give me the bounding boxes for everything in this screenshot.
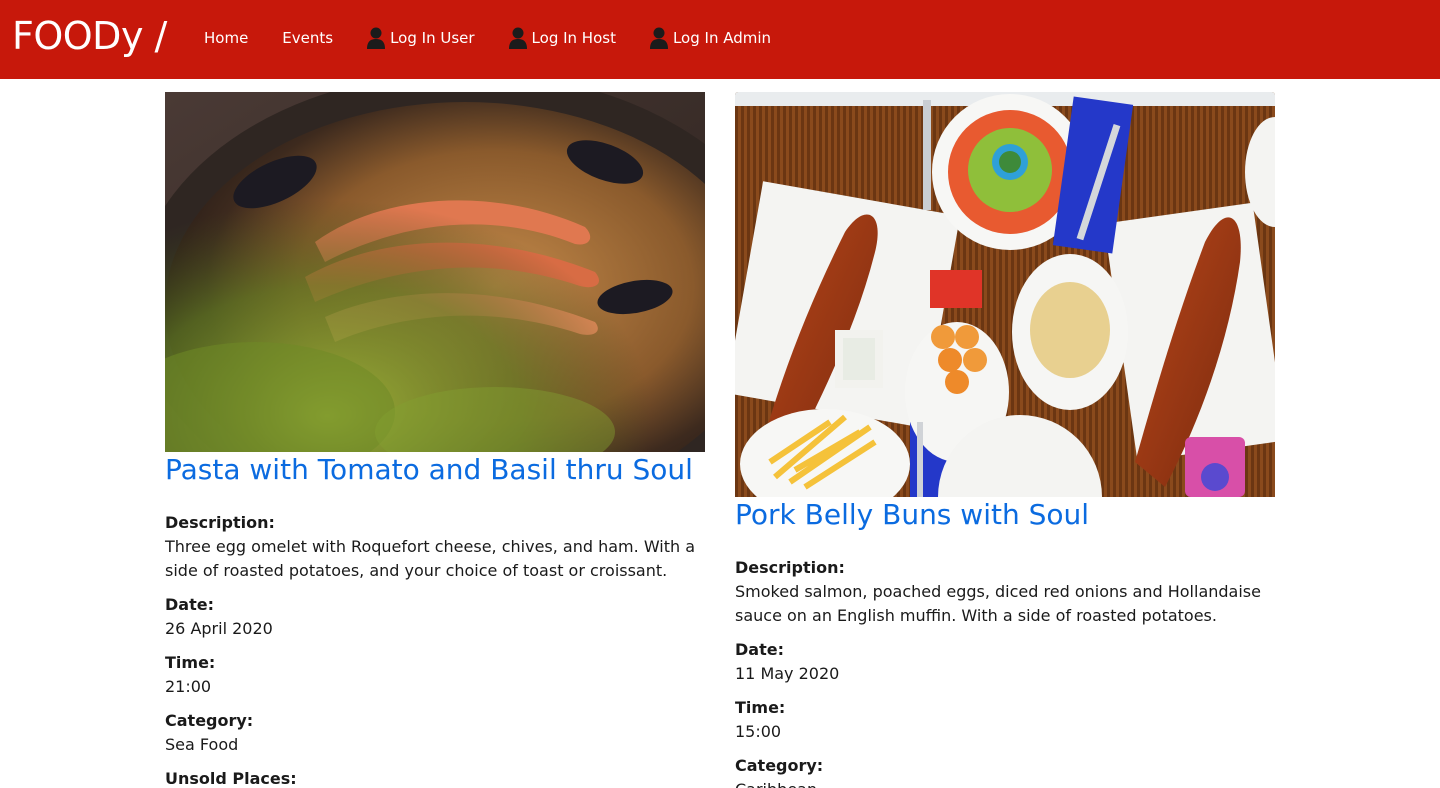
time-field: Time: 21:00 xyxy=(165,651,705,699)
time-value: 21:00 xyxy=(165,677,212,696)
user-icon xyxy=(508,27,527,49)
category-field: Category: Sea Food xyxy=(165,709,705,757)
time-label: Time: xyxy=(165,653,216,672)
category-value: Caribbean xyxy=(735,778,1275,788)
description-label: Description: xyxy=(165,513,275,532)
date-value: 11 May 2020 xyxy=(735,664,840,683)
category-value: Sea Food xyxy=(165,735,239,754)
event-photo-caribbean-platter xyxy=(735,92,1275,497)
category-field: Category: Caribbean xyxy=(735,754,1275,788)
time-value: 15:00 xyxy=(735,722,782,741)
description-value: Smoked salmon, poached eggs, diced red o… xyxy=(735,582,1261,625)
category-label: Category: xyxy=(735,756,824,775)
time-label: Time: xyxy=(735,698,786,717)
event-title[interactable]: Pork Belly Buns with Soul xyxy=(735,498,1275,532)
description-label: Description: xyxy=(735,558,845,577)
date-field: Date: 11 May 2020 xyxy=(735,638,1275,686)
description-value: Three egg omelet with Roquefort cheese, … xyxy=(165,537,696,580)
nav-login-host[interactable]: Log In Host xyxy=(508,27,616,49)
event-photo-seafood-paella xyxy=(165,92,705,452)
date-value: 26 April 2020 xyxy=(165,619,273,638)
event-details: Description: Three egg omelet with Roque… xyxy=(165,511,705,788)
date-label: Date: xyxy=(735,640,784,659)
unsold-places-label: Unsold Places: xyxy=(165,769,297,788)
nav-login-admin-label: Log In Admin xyxy=(672,29,772,47)
description-field: Description: Smoked salmon, poached eggs… xyxy=(735,556,1275,628)
nav-events[interactable]: Events xyxy=(282,29,333,47)
category-label: Category: xyxy=(165,711,254,730)
nav-home[interactable]: Home xyxy=(204,29,248,47)
nav-login-host-label: Log In Host xyxy=(531,29,616,47)
nav-login-user-label: Log In User xyxy=(390,29,475,47)
brand-logo[interactable]: FOODy / xyxy=(12,14,167,58)
event-details: Description: Smoked salmon, poached eggs… xyxy=(735,556,1275,788)
unsold-places-field: Unsold Places: xyxy=(165,767,705,788)
time-field: Time: 15:00 xyxy=(735,696,1275,744)
top-navbar: FOODy / Home Events Log In User Log In H… xyxy=(0,0,1440,79)
user-icon xyxy=(367,27,386,49)
nav-home-label: Home xyxy=(204,29,249,47)
nav-login-user[interactable]: Log In User xyxy=(367,27,475,49)
nav-events-label: Events xyxy=(282,29,334,47)
user-icon xyxy=(649,27,668,49)
event-title[interactable]: Pasta with Tomato and Basil thru Soul xyxy=(165,453,705,487)
nav-links: Home Events Log In User Log In Host Log xyxy=(204,27,771,49)
date-label: Date: xyxy=(165,595,214,614)
event-card: Pork Belly Buns with Soul Description: S… xyxy=(735,92,1275,788)
description-field: Description: Three egg omelet with Roque… xyxy=(165,511,705,583)
event-card: Pasta with Tomato and Basil thru Soul De… xyxy=(165,92,705,788)
date-field: Date: 26 April 2020 xyxy=(165,593,705,641)
nav-login-admin[interactable]: Log In Admin xyxy=(649,27,772,49)
